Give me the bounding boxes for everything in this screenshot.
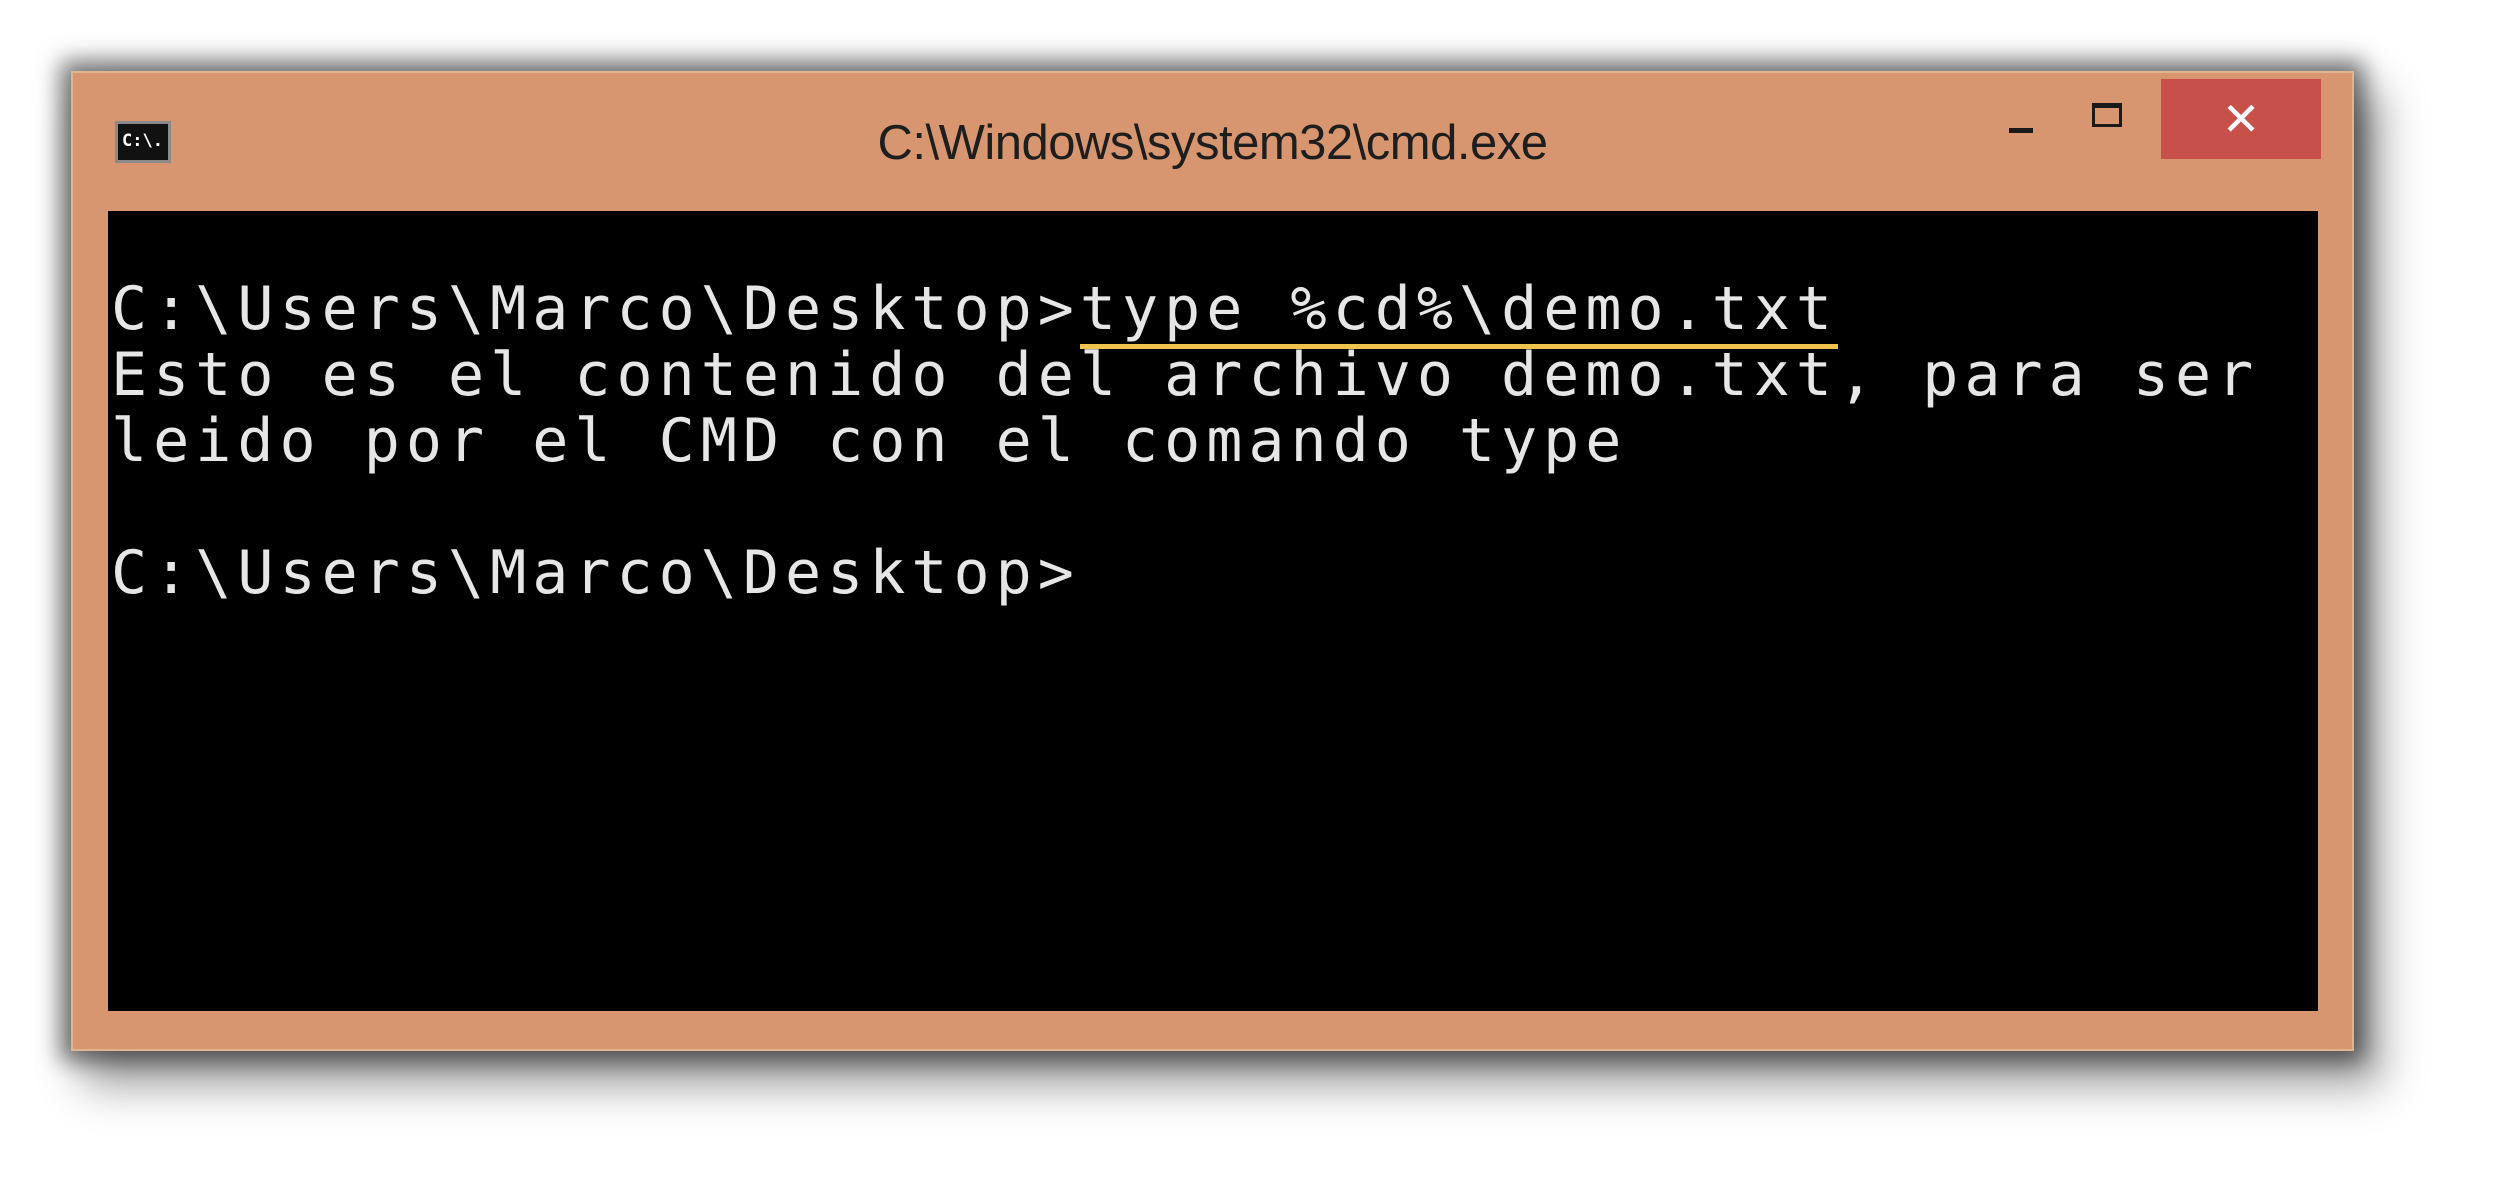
maximize-icon bbox=[2092, 103, 2122, 127]
console-output[interactable]: C:\Users\Marco\Desktop>type %cd%\demo.tx… bbox=[108, 211, 2318, 1011]
console-line-output: Esto es el contenido del archivo demo.tx… bbox=[111, 340, 2260, 410]
minimize-icon bbox=[2009, 127, 2033, 133]
console-line-command: C:\Users\Marco\Desktop>type %cd%\demo.tx… bbox=[111, 274, 1839, 349]
close-icon: ✕ bbox=[2221, 92, 2261, 146]
console-line-output: leido por el CMD con el comando type bbox=[111, 406, 1628, 476]
cmd-window: C:\. C:\Windows\system32\cmd.exe ✕ C:\Us… bbox=[71, 71, 2354, 1051]
prompt-text: C:\Users\Marco\Desktop> bbox=[111, 274, 1080, 344]
close-button[interactable]: ✕ bbox=[2161, 79, 2321, 159]
maximize-button[interactable] bbox=[2069, 79, 2145, 159]
typed-command: type %cd%\demo.txt bbox=[1079, 274, 1839, 349]
minimize-button[interactable] bbox=[1983, 79, 2059, 159]
prompt-text: C:\Users\Marco\Desktop> bbox=[111, 538, 1080, 608]
console-line-prompt: C:\Users\Marco\Desktop> bbox=[111, 540, 1080, 606]
title-bar[interactable]: C:\. C:\Windows\system32\cmd.exe ✕ bbox=[73, 73, 2352, 208]
